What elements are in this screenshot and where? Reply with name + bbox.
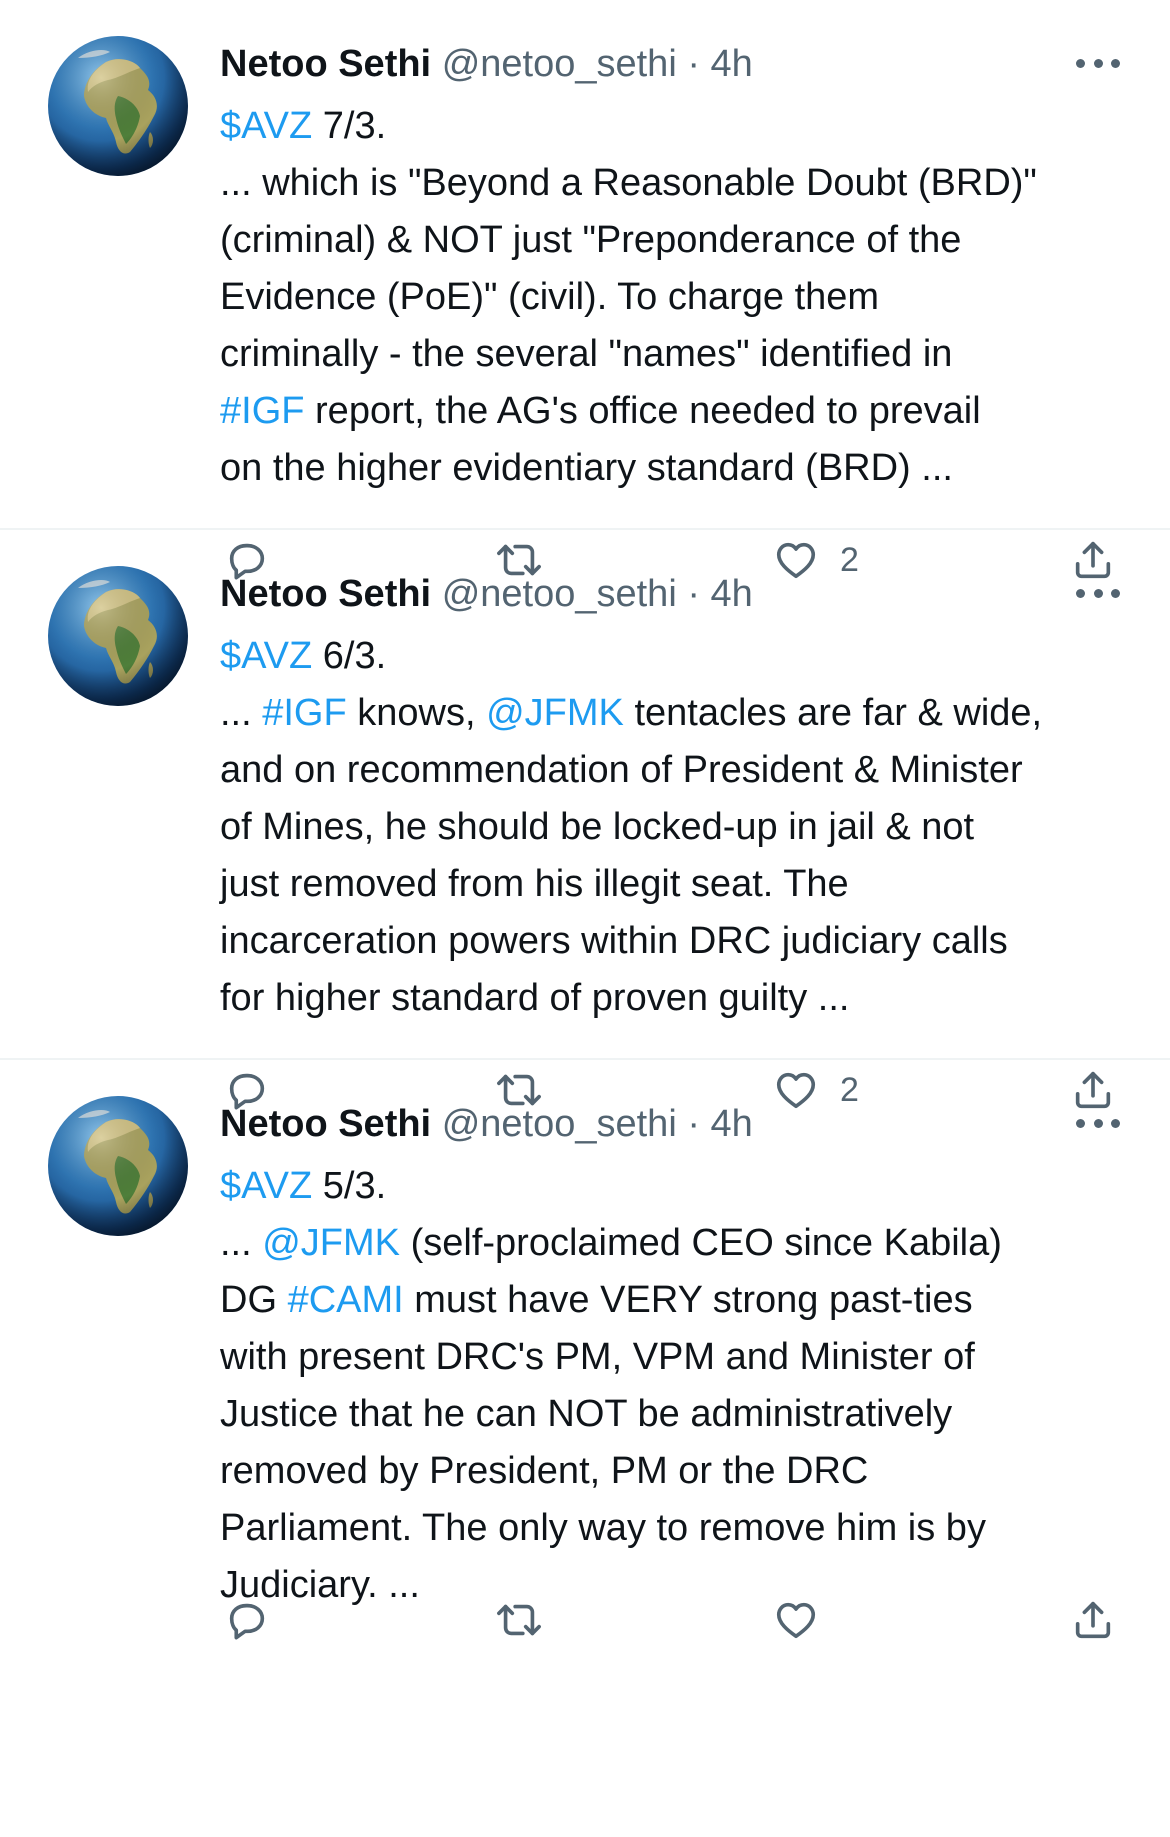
- tweet-text-line: Justice that he can NOT be administrativ…: [220, 1386, 1140, 1443]
- heart-icon: [776, 1602, 816, 1639]
- tweet-text: $AVZ 5/3.... @JFMK (self-proclaimed CEO …: [220, 1158, 1140, 1614]
- text-segment: Parliament. The only way to remove him i…: [220, 1507, 986, 1549]
- tweet-text-line: (criminal) & NOT just "Preponderance of …: [220, 212, 1140, 269]
- hashtag-link[interactable]: #IGF: [262, 692, 346, 734]
- tweet-text-line: incarceration powers within DRC judiciar…: [220, 913, 1140, 970]
- text-segment: (self-proclaimed CEO since Kabila): [400, 1222, 1002, 1264]
- separator: ·: [687, 573, 700, 615]
- share-button[interactable]: [1070, 1590, 1116, 1650]
- tweet-2[interactable]: Netoo Sethi @netoo_sethi · 4h $AVZ 6/3..…: [0, 528, 1170, 1150]
- author-name[interactable]: Netoo Sethi: [220, 573, 431, 615]
- mention-link[interactable]: @JFMK: [486, 692, 624, 734]
- tweet-text-line: $AVZ 5/3.: [220, 1158, 1140, 1215]
- reply-icon: [229, 1603, 265, 1640]
- timestamp[interactable]: 4h: [711, 43, 753, 85]
- tweet-text-line: Evidence (PoE)" (civil). To charge them: [220, 269, 1140, 326]
- separator: ·: [687, 1103, 700, 1145]
- tweet-text-line: ... @JFMK (self-proclaimed CEO since Kab…: [220, 1215, 1140, 1272]
- more-icon[interactable]: [1076, 1108, 1120, 1138]
- separator: ·: [687, 43, 700, 85]
- tweet-text-line: with present DRC's PM, VPM and Minister …: [220, 1329, 1140, 1386]
- text-segment: ... which is "Beyond a Reasonable Doubt …: [220, 162, 1037, 204]
- cashtag-link[interactable]: $AVZ: [220, 635, 312, 677]
- tweet-text-line: removed by President, PM or the DRC: [220, 1443, 1140, 1500]
- tweet-text-line: for higher standard of proven guilty ...: [220, 970, 1140, 1027]
- tweet-text-line: DG #CAMI must have VERY strong past-ties: [220, 1272, 1140, 1329]
- text-segment: Evidence (PoE)" (civil). To charge them: [220, 276, 880, 318]
- author-name[interactable]: Netoo Sethi: [220, 1103, 431, 1145]
- text-segment: DG: [220, 1279, 288, 1321]
- text-segment: of Mines, he should be locked-up in jail…: [220, 806, 975, 848]
- text-segment: removed by President, PM or the DRC: [220, 1450, 869, 1492]
- tweet-text: $AVZ 7/3. ... which is "Beyond a Reasonab…: [220, 98, 1140, 497]
- text-segment: with present DRC's PM, VPM and Minister …: [220, 1336, 975, 1378]
- text-segment: for higher standard of proven guilty ...: [220, 977, 850, 1019]
- text-segment: 7/3.: [312, 105, 387, 147]
- cashtag-link[interactable]: $AVZ: [220, 1165, 312, 1207]
- mention-link[interactable]: @JFMK: [262, 1222, 400, 1264]
- author-name[interactable]: Netoo Sethi: [220, 43, 431, 85]
- text-segment: knows,: [346, 692, 487, 734]
- text-segment: 6/3.: [312, 635, 387, 677]
- tweet-3[interactable]: Netoo Sethi @netoo_sethi · 4h $AVZ 5/3..…: [0, 1058, 1170, 1680]
- cashtag-link[interactable]: $AVZ: [220, 105, 312, 147]
- tweet-text-line: $AVZ 7/3.: [220, 98, 1140, 155]
- avatar[interactable]: [48, 1096, 188, 1236]
- text-segment: and on recommendation of President & Min…: [220, 749, 1023, 791]
- text-segment: just removed from his illegit seat. The: [220, 863, 849, 905]
- retweet-button[interactable]: [494, 1590, 544, 1650]
- tweet-header: Netoo Sethi @netoo_sethi · 4h: [220, 570, 753, 618]
- globe-africa-icon: [48, 566, 188, 706]
- text-segment: ...: [220, 692, 263, 734]
- tweet-text-line: ... which is "Beyond a Reasonable Doubt …: [220, 155, 1140, 212]
- more-icon[interactable]: [1076, 578, 1120, 608]
- share-icon: [1075, 1601, 1111, 1639]
- tweet-text-line: $AVZ 6/3.: [220, 628, 1140, 685]
- tweet-text-line: ... #IGF knows, @JFMK tentacles are far …: [220, 685, 1140, 742]
- reply-button[interactable]: [224, 1590, 270, 1650]
- author-handle[interactable]: @netoo_sethi: [442, 573, 677, 615]
- text-segment: tentacles are far & wide,: [623, 692, 1043, 734]
- text-segment: must have VERY strong past-ties: [403, 1279, 973, 1321]
- text-segment: on the higher evidentiary standard (BRD)…: [220, 447, 953, 489]
- tweet-text-line: criminally - the several "names" identif…: [220, 326, 1140, 383]
- tweet-text-line: #IGF report, the AG's office needed to p…: [220, 383, 1140, 440]
- hashtag-link[interactable]: #IGF: [220, 390, 304, 432]
- text-segment: ...: [220, 1222, 263, 1264]
- avatar[interactable]: [48, 36, 188, 176]
- like-button[interactable]: [772, 1590, 840, 1650]
- tweet-text-line: just removed from his illegit seat. The: [220, 856, 1140, 913]
- tweet-header: Netoo Sethi @netoo_sethi · 4h: [220, 1100, 753, 1148]
- more-icon[interactable]: [1076, 48, 1120, 78]
- tweet-header: Netoo Sethi @netoo_sethi · 4h: [220, 40, 753, 88]
- tweet-text-line: and on recommendation of President & Min…: [220, 742, 1140, 799]
- globe-africa-icon: [48, 36, 188, 176]
- author-handle[interactable]: @netoo_sethi: [442, 1103, 677, 1145]
- globe-africa-icon: [48, 1096, 188, 1236]
- hashtag-link[interactable]: #CAMI: [288, 1279, 404, 1321]
- tweet-text-line: on the higher evidentiary standard (BRD)…: [220, 440, 1140, 497]
- author-handle[interactable]: @netoo_sethi: [442, 43, 677, 85]
- text-segment: Justice that he can NOT be administrativ…: [220, 1393, 953, 1435]
- text-segment: report, the AG's office needed to prevai…: [304, 390, 981, 432]
- text-segment: 5/3.: [312, 1165, 387, 1207]
- tweet-text-line: Parliament. The only way to remove him i…: [220, 1500, 1140, 1557]
- text-segment: (criminal) & NOT just "Preponderance of …: [220, 219, 962, 261]
- timestamp[interactable]: 4h: [711, 1103, 753, 1145]
- text-segment: incarceration powers within DRC judiciar…: [220, 920, 1008, 962]
- avatar[interactable]: [48, 566, 188, 706]
- tweet-1[interactable]: Netoo Sethi @netoo_sethi · 4h $AVZ 7/3..…: [0, 0, 1170, 620]
- timestamp[interactable]: 4h: [711, 573, 753, 615]
- tweet-text: $AVZ 6/3.... #IGF knows, @JFMK tentacles…: [220, 628, 1140, 1027]
- tweet-text-line: of Mines, he should be locked-up in jail…: [220, 799, 1140, 856]
- retweet-icon: [497, 1604, 541, 1636]
- tweet-actions: [0, 1590, 1170, 1650]
- text-segment: criminally - the several "names" identif…: [220, 333, 953, 375]
